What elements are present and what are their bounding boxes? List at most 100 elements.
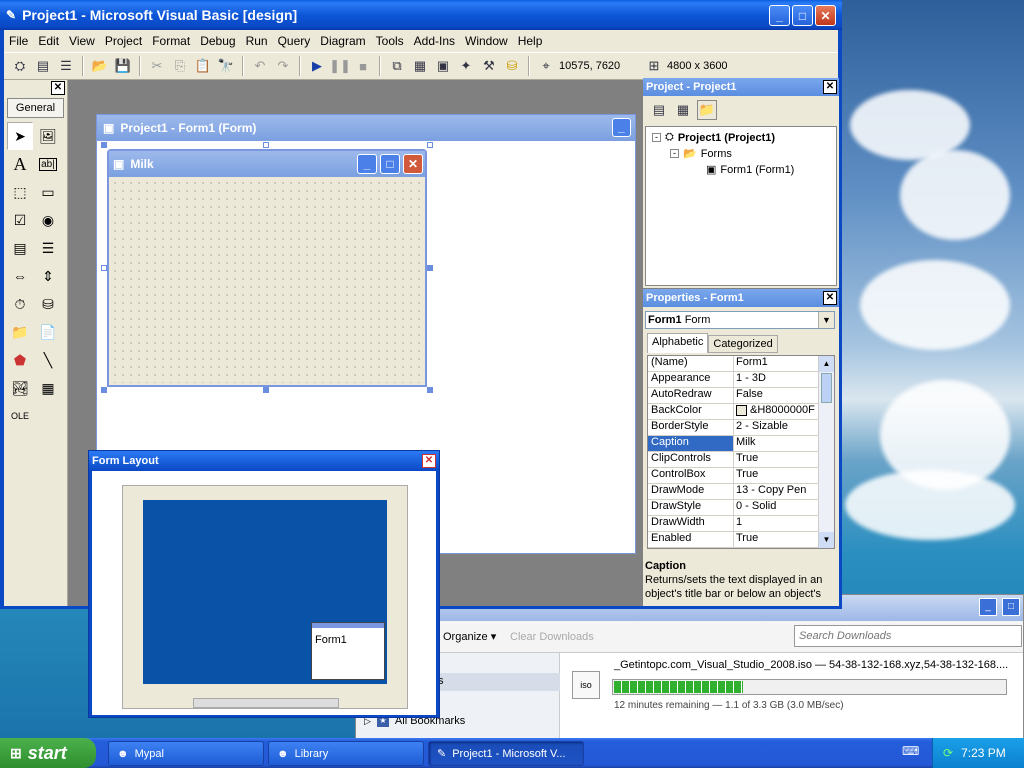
menu-editor-icon[interactable]: ☰ [56,56,76,76]
property-row-drawmode[interactable]: DrawMode 13 - Copy Pen [648,484,818,500]
toolbox-tab-general[interactable]: General [7,98,64,118]
property-row-name[interactable]: (Name) Form1 [648,356,818,372]
project-explorer-icon[interactable]: ⧉ [387,56,407,76]
maximize-icon[interactable]: □ [1002,598,1020,616]
cut-icon[interactable]: ✂ [147,56,167,76]
resize-handle[interactable] [427,142,433,148]
property-row-controlbox[interactable]: ControlBox True [648,468,818,484]
scroll-thumb[interactable] [821,373,832,403]
property-row-drawwidth[interactable]: DrawWidth 1 [648,516,818,532]
property-row-caption[interactable]: Caption Milk [648,436,818,452]
menu-format[interactable]: Format [147,34,195,48]
minimize-icon[interactable]: _ [979,598,997,616]
redo-icon[interactable]: ↷ [273,56,293,76]
menu-run[interactable]: Run [241,34,273,48]
object-selector[interactable]: Form1 Form ▼ [645,311,835,329]
filelistbox-icon[interactable]: 📄 [35,318,61,346]
menu-tools[interactable]: Tools [371,34,409,48]
menu-help[interactable]: Help [513,34,548,48]
pause-icon[interactable]: ❚❚ [329,56,351,76]
menu-view[interactable]: View [64,34,100,48]
search-downloads-input[interactable] [794,625,1022,647]
taskbar-item-library[interactable]: ☻ Library [268,741,424,766]
vscrollbar-icon[interactable]: ⇕ [35,262,61,290]
milk-minimize-button[interactable]: _ [357,154,377,174]
data-view-icon[interactable]: ⛁ [502,56,522,76]
property-row-enabled[interactable]: Enabled True [648,532,818,548]
label-icon[interactable]: A [7,150,33,178]
add-project-icon[interactable]: ⛭ [10,56,30,76]
taskbar-item-mypal[interactable]: ☻ Mypal [108,741,264,766]
undo-icon[interactable]: ↶ [250,56,270,76]
menu-edit[interactable]: Edit [33,34,64,48]
tree-node-forms[interactable]: - 📂 Forms [670,147,732,160]
property-row-autoredraw[interactable]: AutoRedraw False [648,388,818,404]
organize-menu[interactable]: Organize ▾ [443,630,496,643]
image-icon[interactable]: 🏞 [7,374,33,402]
milk-close-button[interactable]: ✕ [403,154,423,174]
textbox-icon[interactable]: ab| [35,150,61,178]
hscrollbar-icon[interactable]: ⇔ [7,262,33,290]
maximize-button[interactable]: □ [792,5,813,26]
drivelistbox-icon[interactable]: ⛁ [35,290,61,318]
properties-scrollbar[interactable]: ▲ ▼ [818,356,834,548]
menu-file[interactable]: File [4,34,33,48]
stop-icon[interactable]: ■ [353,56,373,76]
copy-icon[interactable]: ⎘ [170,56,190,76]
property-row-clipcontrols[interactable]: ClipControls True [648,452,818,468]
start-button[interactable]: ⊞ start [0,738,96,768]
milk-maximize-button[interactable]: □ [380,154,400,174]
ole-icon[interactable]: OLE [7,402,33,430]
paste-icon[interactable]: 📋 [193,56,213,76]
toolbox-close-icon[interactable]: ✕ [51,81,65,95]
keyboard-icon[interactable]: ⌨ [902,744,922,762]
tree-node-project[interactable]: - ⛭ Project1 (Project1) [652,131,775,144]
data-icon[interactable]: ▦ [35,374,61,402]
chevron-down-icon[interactable]: ▼ [818,312,834,328]
close-button[interactable]: ✕ [815,5,836,26]
resize-handle[interactable] [101,142,107,148]
tab-categorized[interactable]: Categorized [708,335,778,353]
properties-window-icon[interactable]: ▦ [410,56,430,76]
picturebox-icon[interactable]: 🖼 [35,122,61,150]
project-panel-close-icon[interactable]: ✕ [823,80,837,94]
object-browser-icon[interactable]: ✦ [456,56,476,76]
properties-panel-close-icon[interactable]: ✕ [823,291,837,305]
toggle-folders-icon[interactable]: 📁 [697,100,717,120]
scroll-up-icon[interactable]: ▲ [819,356,834,372]
open-folder-icon[interactable]: 📂 [90,56,110,76]
view-code-icon[interactable]: ▤ [649,100,669,120]
clock[interactable]: 7:23 PM [961,746,1006,760]
network-icon[interactable]: ⟳ [943,746,953,760]
resize-handle[interactable] [101,387,107,393]
scroll-down-icon[interactable]: ▼ [819,532,834,548]
checkbox-icon[interactable]: ☑ [7,206,33,234]
timer-icon[interactable]: ⏱ [7,290,33,318]
form-layout-close-icon[interactable]: ✕ [422,454,436,468]
optionbutton-icon[interactable]: ◉ [35,206,61,234]
shape-icon[interactable]: ⬟ [7,346,33,374]
add-form-icon[interactable]: ▤ [33,56,53,76]
run-icon[interactable]: ▶ [307,56,327,76]
resize-handle[interactable] [263,142,269,148]
minimize-button[interactable]: _ [769,5,790,26]
frame-icon[interactable]: ⬚ [7,178,33,206]
combobox-icon[interactable]: ▤ [7,234,33,262]
collapse-icon[interactable]: - [652,133,661,142]
menu-addins[interactable]: Add-Ins [409,34,460,48]
resize-handle[interactable] [427,265,433,271]
taskbar-item-vb[interactable]: ✎ Project1 - Microsoft V... [428,741,584,766]
milk-form[interactable]: ▣ Milk _ □ ✕ [107,149,427,387]
menu-window[interactable]: Window [460,34,513,48]
find-icon[interactable]: 🔭 [216,56,236,76]
property-row-borderstyle[interactable]: BorderStyle 2 - Sizable [648,420,818,436]
pointer-icon[interactable]: ➤ [7,122,33,150]
save-icon[interactable]: 💾 [113,56,133,76]
form1-preview[interactable]: Form1 [311,622,385,680]
resize-handle[interactable] [427,387,433,393]
tab-alphabetic[interactable]: Alphabetic [647,333,709,353]
menu-query[interactable]: Query [273,34,316,48]
collapse-icon[interactable]: - [670,149,679,158]
tree-node-form1[interactable]: ▣ Form1 (Form1) [706,163,794,177]
line-icon[interactable]: ╲ [35,346,61,374]
